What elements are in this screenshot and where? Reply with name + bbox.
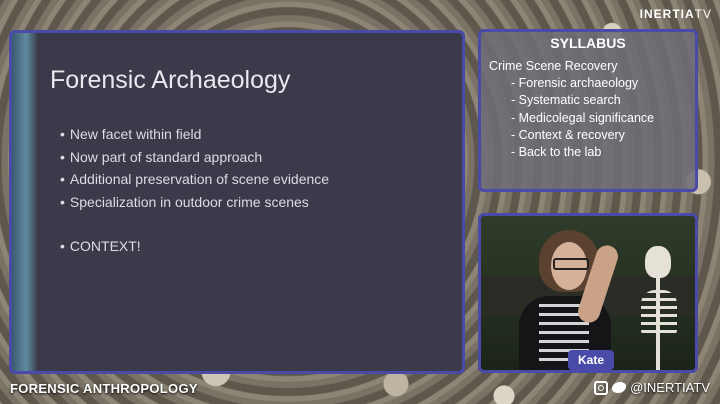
slide-bullet: New facet within field [60,123,329,146]
syllabus-item: Context & recovery [511,127,695,144]
slide-bullet: Specialization in outdoor crime scenes [60,191,329,214]
syllabus-item: Systematic search [511,92,695,109]
slide-bullet-list: New facet within field Now part of stand… [60,123,329,258]
social-handle: @INERTIATV [594,380,710,395]
skeleton-model [639,246,679,370]
slide-bullet: Now part of standard approach [60,146,329,169]
slide-title: Forensic Archaeology [50,66,291,94]
slide-bullet: Additional preservation of scene evidenc… [60,168,329,191]
webcam-feed [478,213,698,373]
course-title: FORENSIC ANTHROPOLOGY [10,381,198,396]
instagram-icon [594,380,609,395]
slide-panel: Forensic Archaeology New facet within fi… [9,30,465,374]
social-handle-text: @INERTIATV [630,380,710,395]
brand-logo: INERTIATV [639,7,712,21]
syllabus-item: Forensic archaeology [511,75,695,92]
syllabus-panel: SYLLABUS Crime Scene Recovery Forensic a… [478,29,698,192]
twitter-icon [612,382,627,393]
syllabus-item: Back to the lab [511,144,695,161]
syllabus-item: Medicolegal significance [511,110,695,127]
presenter-name-tag: Kate [568,350,614,370]
slide-bullet: CONTEXT! [60,235,329,258]
syllabus-list: Forensic archaeology Systematic search M… [511,75,695,161]
slide-accent-bar [12,33,38,371]
syllabus-heading: SYLLABUS [550,35,626,51]
syllabus-section: Crime Scene Recovery [489,59,618,73]
